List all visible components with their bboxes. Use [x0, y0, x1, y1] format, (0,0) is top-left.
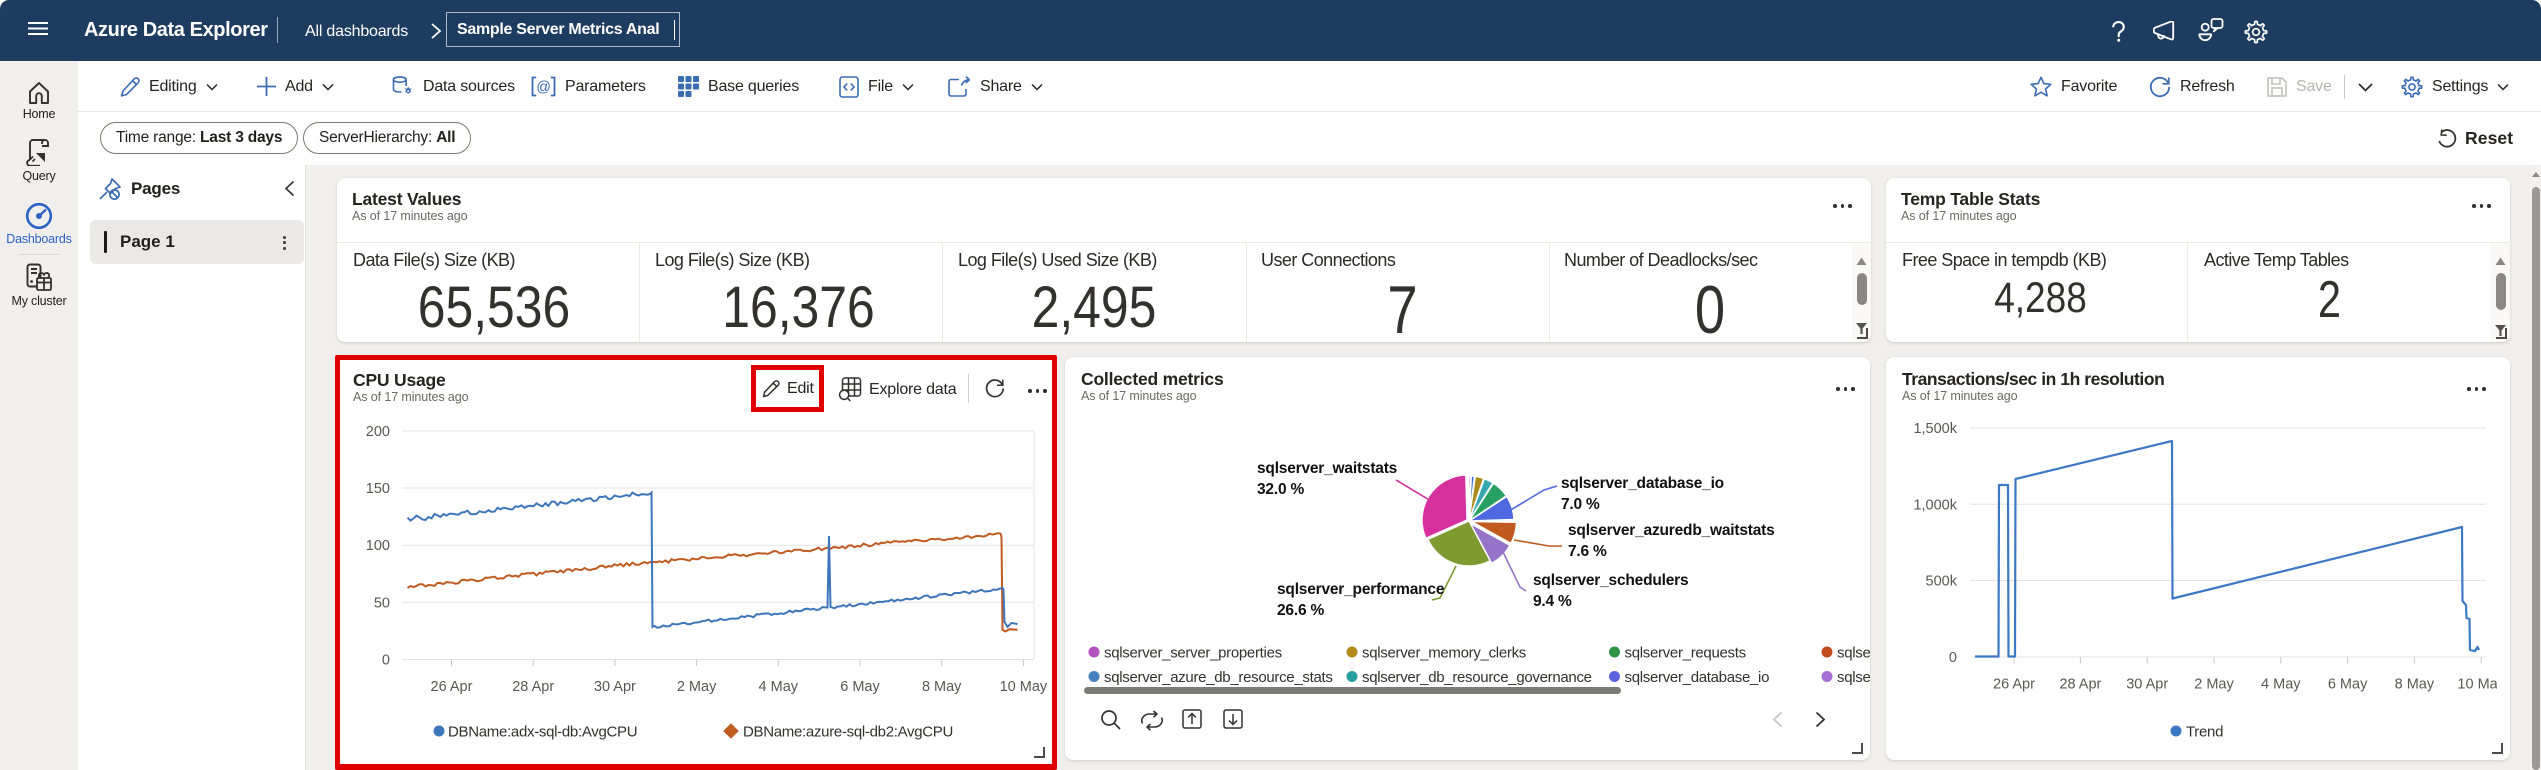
- svg-text:sqlserver_db_resource_governan: sqlserver_db_resource_governance: [1362, 669, 1592, 686]
- svg-text:DBName:adx-sql-db:AvgCPU: DBName:adx-sql-db:AvgCPU: [448, 724, 637, 741]
- svg-text:Trend: Trend: [2186, 724, 2223, 741]
- svg-text:sqlserv: sqlserv: [1837, 669, 1870, 686]
- svg-text:50: 50: [374, 595, 390, 611]
- svg-text:100: 100: [366, 538, 390, 554]
- svg-text:30 Apr: 30 Apr: [594, 679, 636, 695]
- svg-text:DBName:azure-sql-db2:AvgCPU: DBName:azure-sql-db2:AvgCPU: [743, 724, 953, 741]
- svg-text:30 Apr: 30 Apr: [2126, 677, 2168, 693]
- svg-text:sqlserver_azure_db_resource_st: sqlserver_azure_db_resource_stats: [1104, 669, 1333, 686]
- svg-text:sqlserver_memory_clerks: sqlserver_memory_clerks: [1362, 645, 1526, 662]
- svg-text:sqlserv: sqlserv: [1837, 645, 1870, 662]
- svg-text:4 May: 4 May: [759, 679, 799, 695]
- svg-text:2 May: 2 May: [677, 679, 717, 695]
- svg-text:10 May: 10 May: [2457, 677, 2497, 693]
- svg-text:500k: 500k: [1926, 574, 1958, 590]
- svg-text:sqlserver_server_properties: sqlserver_server_properties: [1104, 645, 1282, 662]
- svg-text:26 Apr: 26 Apr: [1993, 677, 2035, 693]
- svg-text:0: 0: [382, 653, 390, 669]
- svg-text:@: @: [536, 80, 551, 96]
- svg-text:sqlserver_database_io: sqlserver_database_io: [1625, 669, 1770, 686]
- svg-text:28 Apr: 28 Apr: [2059, 677, 2101, 693]
- svg-text:8 May: 8 May: [2395, 677, 2435, 693]
- svg-text:1,000k: 1,000k: [1913, 497, 1957, 513]
- svg-text:0: 0: [1949, 650, 1957, 666]
- svg-text:sqlserver_requests: sqlserver_requests: [1625, 645, 1746, 662]
- svg-text:26 Apr: 26 Apr: [431, 679, 473, 695]
- svg-text:4 May: 4 May: [2261, 677, 2301, 693]
- svg-text:1,500k: 1,500k: [1913, 421, 1957, 437]
- svg-text:10 May: 10 May: [1000, 679, 1048, 695]
- svg-text:28 Apr: 28 Apr: [512, 679, 554, 695]
- svg-text:2 May: 2 May: [2194, 677, 2234, 693]
- svg-text:8 May: 8 May: [922, 679, 962, 695]
- svg-text:6 May: 6 May: [840, 679, 880, 695]
- svg-text:6 May: 6 May: [2328, 677, 2368, 693]
- svg-text:150: 150: [366, 481, 390, 497]
- svg-text:200: 200: [366, 424, 390, 440]
